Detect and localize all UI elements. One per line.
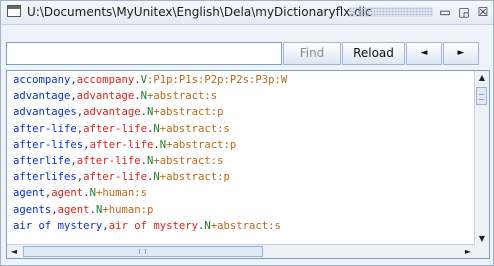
- toolbar: Find Reload ◄ ►: [1, 25, 493, 68]
- dictionary-text-area[interactable]: accompany,accompany.V:P1p:P1s:P2p:P2s:P3…: [6, 70, 490, 259]
- entry-lemma: agent: [51, 187, 84, 200]
- entry-word: after-life: [13, 122, 77, 135]
- vertical-scrollbar[interactable]: ▲ ▼: [474, 71, 489, 246]
- entry-word: afterlifes: [13, 171, 77, 184]
- entry-code: N+abstract:s: [141, 90, 218, 102]
- scrollbar-corner: [475, 245, 489, 258]
- entry-features: +abstract:s: [210, 219, 281, 232]
- maximize-button[interactable]: ◲: [456, 4, 472, 20]
- entry-lemma: advantage: [76, 90, 135, 103]
- dictionary-window: U:\Documents\MyUnitex\English\Dela\myDic…: [0, 0, 494, 266]
- dictionary-line: advantage,advantage.N+abstract:s: [13, 88, 473, 104]
- dictionary-line: agents,agent.N+human:p: [13, 202, 473, 218]
- entry-lemma: after-life: [83, 171, 147, 184]
- title-grip: [349, 7, 433, 17]
- entry-lemma: after-life: [76, 154, 141, 167]
- dictionary-line: air of mystery,air of mystery.N+abstract…: [13, 218, 473, 234]
- window-title: U:\Documents\MyUnitex\English\Dela\myDic…: [27, 5, 372, 19]
- find-button[interactable]: Find: [283, 42, 341, 65]
- entry-code: V:P1p:P1s:P2p:P2s:P3p:W: [141, 74, 288, 86]
- entry-features: +abstract:s: [153, 154, 224, 167]
- entry-features: :P1p:P1s:P2p:P2s:P3p:W: [146, 74, 288, 86]
- entry-word: air of mystery: [13, 219, 103, 232]
- dictionary-line: afterlife,after-life.N+abstract:s: [13, 153, 473, 169]
- entry-lemma: after-life: [89, 138, 154, 151]
- entry-word: accompany: [13, 74, 71, 86]
- dictionary-line: advantages,advantage.N+abstract:p: [13, 104, 473, 120]
- entry-word: after-lifes: [13, 138, 84, 151]
- entry-word: advantages: [13, 106, 77, 119]
- entry-code: N+abstract:s: [204, 220, 281, 232]
- entry-features: +abstract:p: [159, 171, 230, 184]
- horizontal-scroll-thumb[interactable]: [23, 246, 263, 257]
- entry-features: +human:s: [95, 187, 147, 200]
- dictionary-line: accompany,accompany.V:P1p:P1s:P2p:P2s:P3…: [13, 72, 473, 88]
- dictionary-line: agent,agent.N+human:s: [13, 185, 473, 201]
- dictionary-line: afterlifes,after-life.N+abstract:p: [13, 169, 473, 185]
- entry-word: advantage: [13, 90, 71, 103]
- entry-code: N+abstract:p: [160, 139, 237, 151]
- entry-code: N+human:p: [96, 204, 153, 216]
- scroll-right-arrow[interactable]: ►: [461, 245, 475, 258]
- search-input[interactable]: [6, 42, 282, 65]
- entry-code: N+human:s: [90, 187, 147, 199]
- entry-features: +abstract:s: [159, 122, 230, 135]
- next-button[interactable]: ►: [443, 42, 479, 65]
- entry-lemma: agent: [57, 203, 90, 216]
- entry-lemma: after-life: [83, 122, 147, 135]
- dictionary-line: after-lifes,after-life.N+abstract:p: [13, 137, 473, 153]
- entry-lemma: advantage: [83, 106, 141, 119]
- previous-button[interactable]: ◄: [406, 42, 442, 65]
- title-bar[interactable]: U:\Documents\MyUnitex\English\Dela\myDic…: [1, 1, 493, 25]
- entry-word: agent: [13, 187, 45, 200]
- close-button[interactable]: ☒: [475, 4, 491, 20]
- entry-code: N+abstract:p: [147, 106, 224, 118]
- scroll-left-arrow[interactable]: ◄: [7, 245, 21, 258]
- entry-features: +abstract:s: [146, 90, 218, 103]
- entry-code: N+abstract:p: [153, 171, 230, 183]
- entry-features: +abstract:p: [153, 106, 224, 119]
- entry-word: agents: [13, 203, 52, 216]
- entry-features: +human:p: [102, 203, 154, 216]
- entry-code: N+abstract:s: [147, 155, 224, 167]
- horizontal-scrollbar[interactable]: ◄ ►: [7, 244, 475, 258]
- entry-code: N+abstract:s: [153, 123, 230, 135]
- reload-button[interactable]: Reload: [342, 42, 405, 65]
- entry-lemma: accompany: [76, 74, 135, 86]
- window-icon: [7, 5, 21, 17]
- entry-features: +abstract:p: [166, 138, 237, 151]
- scroll-up-arrow[interactable]: ▲: [475, 71, 489, 85]
- scroll-down-arrow[interactable]: ▼: [475, 232, 489, 246]
- vertical-scroll-thumb[interactable]: [476, 87, 487, 105]
- dictionary-lines: accompany,accompany.V:P1p:P1s:P2p:P2s:P3…: [13, 72, 473, 234]
- entry-lemma: air of mystery: [108, 219, 198, 232]
- entry-word: afterlife: [13, 154, 71, 167]
- iconify-button[interactable]: ▭: [437, 4, 453, 20]
- dictionary-line: after-life,after-life.N+abstract:s: [13, 121, 473, 137]
